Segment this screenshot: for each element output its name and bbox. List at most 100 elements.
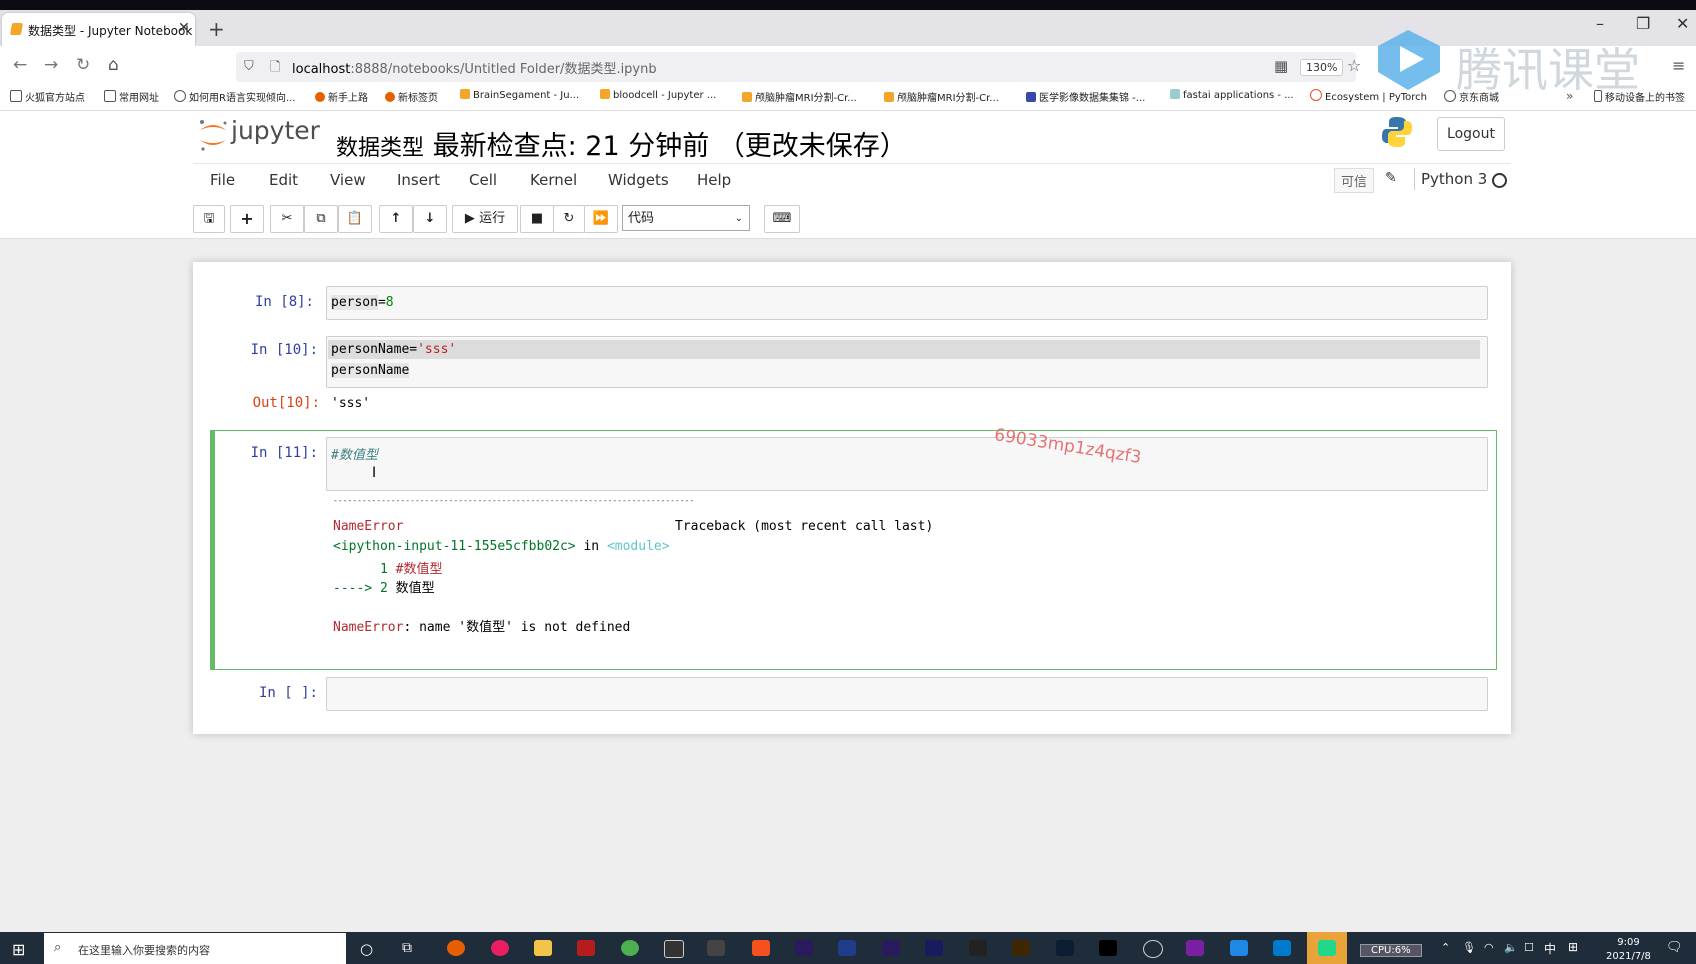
code-input[interactable] xyxy=(326,286,1488,320)
bookmark-item[interactable]: 颅脑肿瘤MRI分割-Cr... xyxy=(742,89,857,104)
bookmark-item[interactable]: 新标签页 xyxy=(385,89,438,104)
microphone-icon[interactable]: 🎙 xyxy=(1462,941,1476,954)
bookmark-item[interactable]: 火狐官方站点 xyxy=(10,89,85,104)
bookmark-item[interactable]: BrainSegament - Ju... xyxy=(460,89,579,101)
home-icon[interactable]: ⌂ xyxy=(108,55,119,75)
selected-cell-marker xyxy=(210,430,215,670)
app-icon[interactable] xyxy=(1143,940,1163,958)
bookmark-item[interactable]: bloodcell - Jupyter ... xyxy=(600,89,716,101)
bookmark-item[interactable]: 新手上路 xyxy=(315,89,368,104)
chevron-up-icon[interactable]: ⌃ xyxy=(1441,941,1450,954)
forward-icon[interactable]: → xyxy=(44,55,58,75)
cell-type-select[interactable]: 代码 ⌄ xyxy=(622,205,750,231)
copy-icon[interactable]: ⧉ xyxy=(304,205,338,233)
kernel-name[interactable]: Python 3 xyxy=(1421,170,1487,188)
pencil-icon[interactable]: ✎ xyxy=(1385,170,1397,186)
pinetools-icon[interactable] xyxy=(1099,940,1117,956)
media-encoder-icon[interactable] xyxy=(925,940,943,956)
vscode-icon[interactable] xyxy=(1273,940,1291,956)
task-view-icon[interactable]: ⧉ xyxy=(402,940,412,956)
zoom-level[interactable]: 130% xyxy=(1300,59,1344,76)
cell-output: 'sss' xyxy=(331,396,371,411)
back-icon[interactable]: ← xyxy=(13,55,27,75)
ime-indicator[interactable]: 中 xyxy=(1544,940,1556,957)
camera-icon[interactable] xyxy=(664,940,684,958)
network-icon[interactable]: ☐ xyxy=(1524,941,1534,954)
firefox-icon[interactable] xyxy=(447,940,465,956)
shield-icon[interactable]: ⛉ xyxy=(244,59,254,74)
browser-tab[interactable]: 数据类型 - Jupyter Notebook ✕ xyxy=(2,13,195,46)
new-tab-icon[interactable]: + xyxy=(208,17,225,41)
url-text[interactable]: localhost:8888/notebooks/Untitled Folder… xyxy=(292,58,657,77)
menu-insert[interactable]: Insert xyxy=(397,171,440,189)
restart-icon[interactable]: ↻ xyxy=(553,205,585,233)
trusted-badge[interactable]: 可信 xyxy=(1334,168,1375,193)
window-close-icon[interactable]: ✕ xyxy=(1676,14,1689,33)
error-line: 1 #数值型 xyxy=(333,562,443,577)
menu-file[interactable]: File xyxy=(210,171,235,189)
menu-edit[interactable]: Edit xyxy=(269,171,298,189)
app-icon[interactable] xyxy=(707,940,725,956)
premiere-icon[interactable] xyxy=(795,940,813,956)
logout-button[interactable]: Logout xyxy=(1437,117,1505,151)
tab-close-icon[interactable]: ✕ xyxy=(178,20,190,36)
acrobat-icon[interactable] xyxy=(969,940,987,956)
bookmark-item[interactable]: 常用网址 xyxy=(104,89,159,104)
menu-kernel[interactable]: Kernel xyxy=(530,171,577,189)
app-icon[interactable] xyxy=(491,940,509,956)
bookmark-item[interactable]: 颅脑肿瘤MRI分割-Cr... xyxy=(884,89,999,104)
app-icon[interactable] xyxy=(577,940,595,956)
bookmark-item[interactable]: 如何用R语言实现倾向... xyxy=(174,89,295,104)
bookmark-item[interactable]: fastai applications - ... xyxy=(1170,89,1294,101)
error-rule: ----------------------------------------… xyxy=(333,496,695,505)
input-prompt: In [ ]: xyxy=(258,685,318,701)
run-button[interactable]: ▶ 运行 xyxy=(452,205,518,233)
ime-grid-icon[interactable]: ⊞ xyxy=(1568,940,1578,954)
input-prompt: In [10]: xyxy=(250,342,318,358)
move-up-icon[interactable]: ↑ xyxy=(379,205,413,233)
menu-help[interactable]: Help xyxy=(697,171,731,189)
notebook-name[interactable]: 数据类型 xyxy=(336,136,424,161)
notebook-title[interactable]: 数据类型 最新检查点: 21 分钟前 （更改未保存） xyxy=(336,124,907,163)
folder-icon[interactable] xyxy=(534,940,552,956)
chrome-icon[interactable] xyxy=(621,940,639,956)
app-icon[interactable] xyxy=(1186,940,1204,956)
save-icon[interactable]: 🖫 xyxy=(193,205,225,233)
menu-widgets[interactable]: Widgets xyxy=(608,171,669,189)
fast-forward-icon[interactable]: ⏩ xyxy=(584,205,618,233)
error-message: NameError: name '数值型' is not defined xyxy=(333,620,631,635)
after-effects-icon[interactable] xyxy=(882,940,900,956)
hamburger-menu-icon[interactable]: ≡ xyxy=(1672,56,1685,75)
app-icon[interactable] xyxy=(1230,940,1248,956)
search-placeholder[interactable]: 在这里输入你要搜索的内容 xyxy=(78,942,210,958)
qr-code-icon[interactable]: ▦ xyxy=(1274,57,1288,75)
menu-cell[interactable]: Cell xyxy=(469,171,497,189)
keyboard-icon[interactable]: ⌨ xyxy=(764,205,800,233)
error-name: NameError xyxy=(333,519,404,534)
insert-cell-icon[interactable]: + xyxy=(230,205,264,233)
clock[interactable]: 9:09 2021/7/8 xyxy=(1606,936,1651,964)
code-input[interactable] xyxy=(326,437,1488,491)
illustrator-icon[interactable] xyxy=(1012,940,1030,956)
pycharm-icon[interactable] xyxy=(1318,940,1336,956)
notification-icon[interactable]: 🗨 xyxy=(1666,940,1683,955)
wifi-icon[interactable]: ◠ xyxy=(1484,941,1494,954)
move-down-icon[interactable]: ↓ xyxy=(413,205,447,233)
windows-start-icon[interactable]: ⊞ xyxy=(12,940,25,959)
paste-icon[interactable]: 📋 xyxy=(338,205,372,233)
cortana-icon[interactable]: ○ xyxy=(360,940,373,958)
xmind-icon[interactable] xyxy=(752,940,770,956)
bookmark-item[interactable]: 医学影像数据集集锦 -... xyxy=(1026,89,1145,104)
stop-icon[interactable]: ■ xyxy=(520,205,554,233)
bookmark-star-icon[interactable]: ☆ xyxy=(1347,56,1361,75)
prelude-icon[interactable] xyxy=(838,940,856,956)
page-icon: 🗋 xyxy=(270,60,281,75)
input-prompt: In [11]: xyxy=(250,445,318,461)
photoshop-icon[interactable] xyxy=(1056,940,1074,956)
volume-icon[interactable]: 🔈 xyxy=(1504,941,1518,954)
menu-view[interactable]: View xyxy=(330,171,366,189)
reload-icon[interactable]: ↻ xyxy=(76,55,90,75)
cut-icon[interactable]: ✂ xyxy=(270,205,304,233)
tencent-classroom-text: 腾讯课堂 xyxy=(1456,43,1640,97)
code-input[interactable] xyxy=(326,677,1488,711)
